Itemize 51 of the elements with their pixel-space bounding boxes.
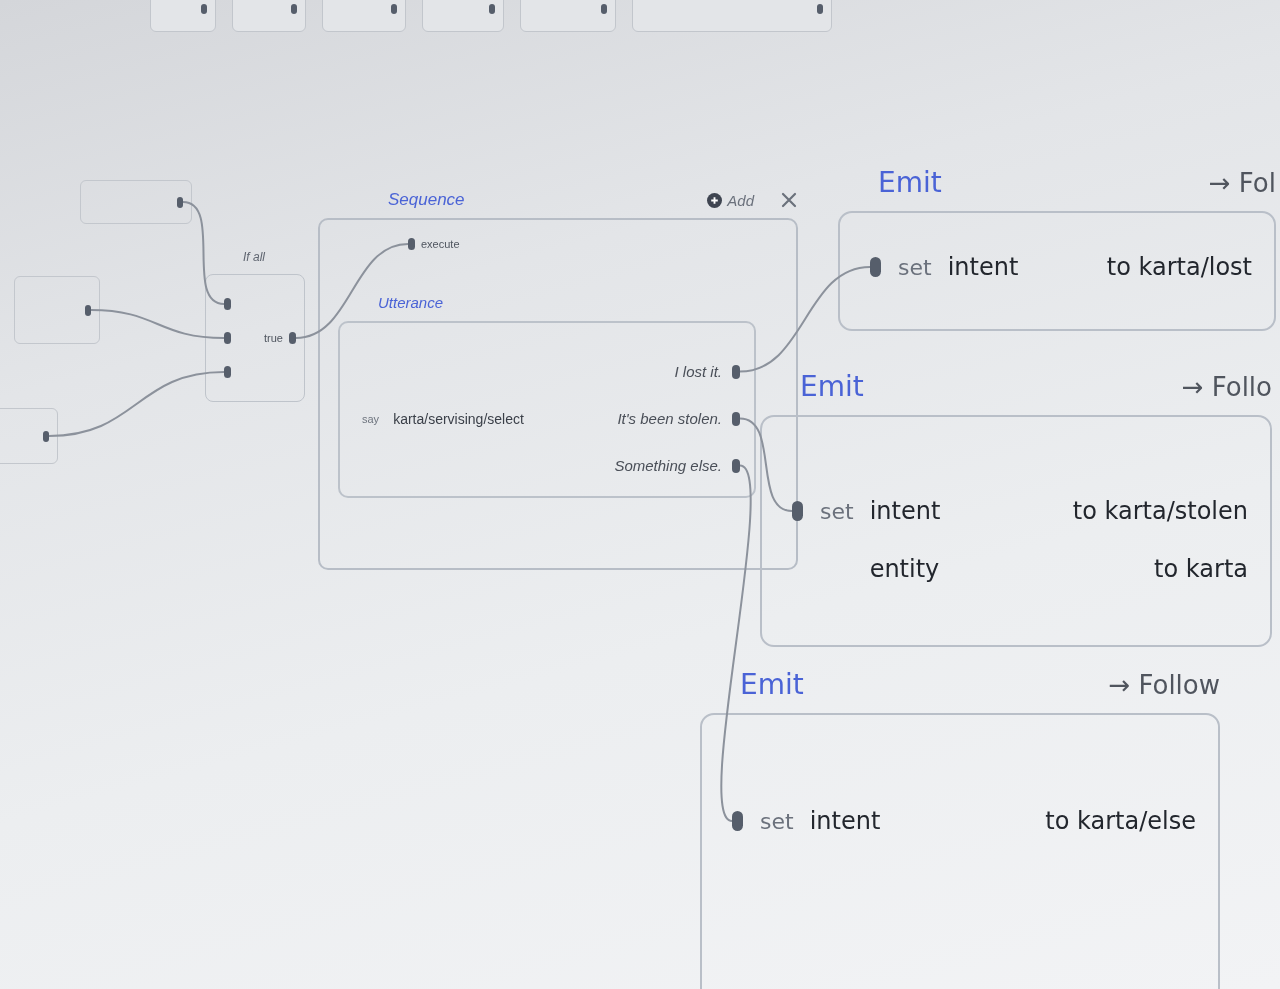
utterance-option: Something else.: [614, 457, 722, 474]
field-value: to karta/stolen: [1072, 497, 1248, 525]
follow-link[interactable]: → Follow: [1108, 669, 1220, 700]
add-button[interactable]: Add: [707, 191, 754, 209]
port-handle[interactable]: [291, 4, 297, 14]
node-title: Emit: [878, 166, 942, 199]
action-verb: set: [898, 254, 932, 280]
port-handle[interactable]: [489, 4, 495, 14]
port-handle[interactable]: [732, 411, 740, 426]
field-name: intent: [947, 253, 1019, 281]
port-handle[interactable]: [870, 257, 881, 277]
port-handle[interactable]: [792, 501, 803, 521]
port-handle[interactable]: [289, 332, 296, 344]
action-verb: say: [362, 412, 380, 425]
node-title: If all: [242, 250, 266, 264]
utterance-option: I lost it.: [674, 363, 722, 380]
port-handle[interactable]: [201, 4, 207, 14]
port-label: true: [264, 332, 283, 344]
node-title: Emit: [800, 370, 864, 403]
field-name: intent: [869, 497, 941, 525]
node-title: Sequence: [388, 190, 466, 210]
utterance-option: It's been stolen.: [617, 410, 722, 427]
field-value: to karta: [1154, 555, 1248, 583]
port-handle[interactable]: [177, 196, 183, 208]
follow-link[interactable]: → Fol: [1208, 167, 1276, 198]
port-handle[interactable]: [85, 304, 91, 316]
port-handle[interactable]: [391, 4, 397, 14]
close-icon: [781, 192, 797, 208]
port-label: execute: [421, 238, 460, 250]
field-name: entity: [869, 555, 941, 583]
port-handle[interactable]: [43, 430, 49, 442]
plus-circle-icon: [707, 192, 723, 208]
port-handle[interactable]: [732, 458, 740, 473]
follow-link[interactable]: → Follo: [1181, 371, 1272, 402]
port-handle[interactable]: [601, 4, 607, 14]
close-button[interactable]: [780, 191, 798, 209]
node-title: Emit: [740, 668, 804, 701]
field-value: to karta/lost: [1106, 253, 1252, 281]
port-handle[interactable]: [732, 811, 743, 831]
port-handle[interactable]: [732, 364, 740, 379]
port-handle[interactable]: [408, 238, 415, 250]
action-verb: set: [820, 498, 854, 524]
port-handle[interactable]: [224, 366, 231, 378]
intent-path: karta/servising/select: [393, 410, 524, 427]
port-handle[interactable]: [224, 298, 231, 310]
port-handle[interactable]: [817, 4, 823, 14]
port-handle[interactable]: [224, 332, 231, 344]
action-verb: set: [760, 808, 794, 834]
field-value: to karta/else: [1045, 807, 1196, 835]
field-name: intent: [809, 807, 881, 835]
node-title: Utterance: [378, 294, 445, 311]
